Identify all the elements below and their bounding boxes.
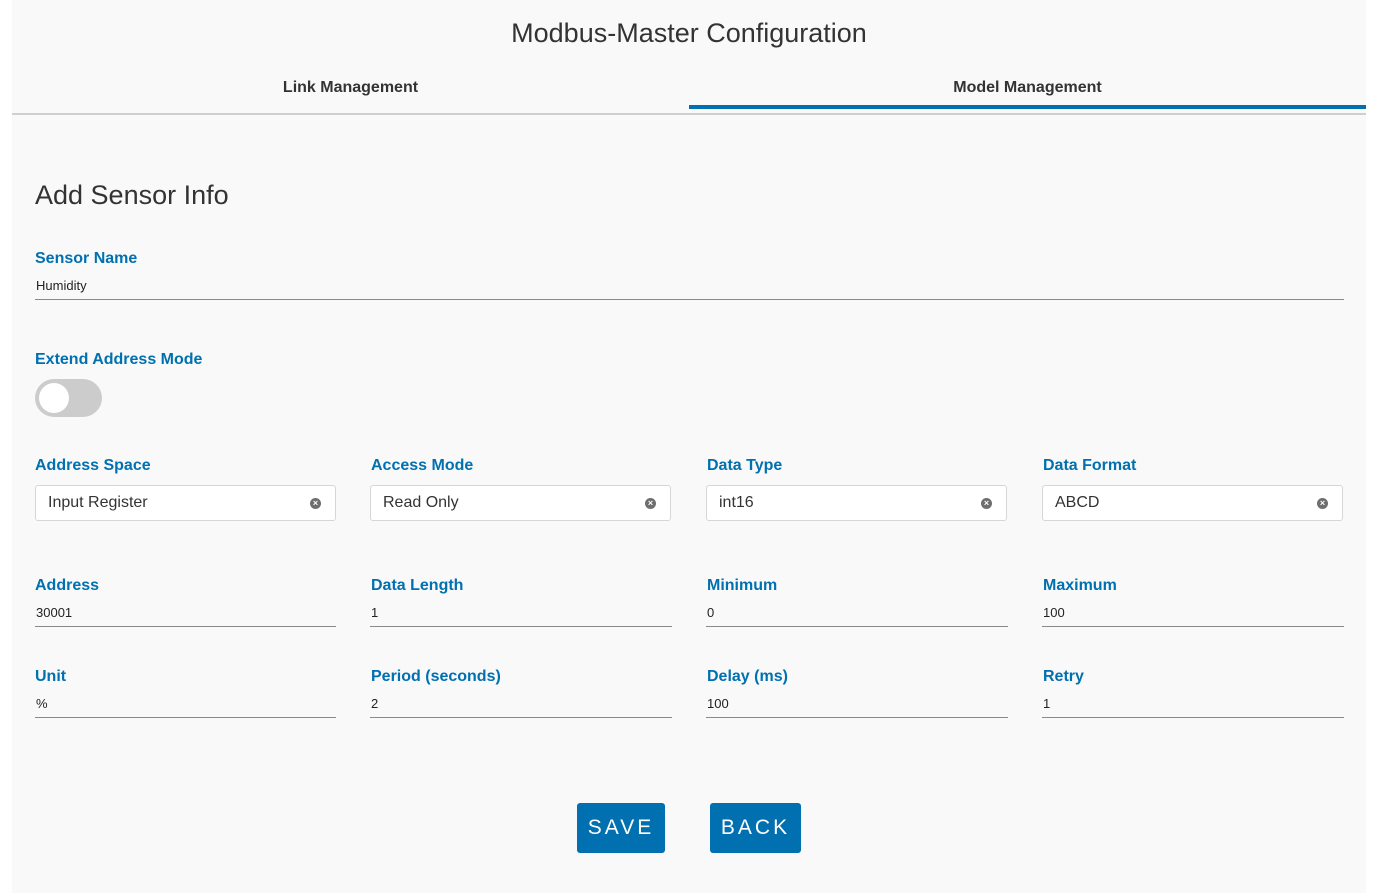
data-format-value: ABCD bbox=[1055, 494, 1100, 511]
maximum-input[interactable] bbox=[1042, 599, 1344, 627]
data-length-label: Data Length bbox=[371, 577, 464, 594]
data-type-select[interactable]: int16 × bbox=[706, 485, 1007, 521]
data-length-input[interactable] bbox=[370, 599, 672, 627]
delay-label: Delay (ms) bbox=[707, 668, 788, 685]
address-label: Address bbox=[35, 577, 100, 594]
retry-label: Retry bbox=[1043, 668, 1084, 685]
toggle-knob bbox=[39, 383, 69, 413]
main-panel: Modbus-Master Configuration Link Managem… bbox=[12, 0, 1366, 893]
tab-link-management[interactable]: Link Management bbox=[12, 70, 689, 113]
address-space-select[interactable]: Input Register × bbox=[35, 485, 336, 521]
data-format-select[interactable]: ABCD × bbox=[1042, 485, 1343, 521]
access-mode-value: Read Only bbox=[383, 494, 459, 511]
maximum-label: Maximum bbox=[1043, 577, 1117, 594]
extend-address-mode-toggle[interactable] bbox=[35, 379, 102, 417]
address-input[interactable] bbox=[35, 599, 336, 627]
period-label: Period (seconds) bbox=[371, 668, 501, 685]
clear-circle-icon[interactable]: × bbox=[645, 498, 656, 509]
minimum-input[interactable] bbox=[706, 599, 1008, 627]
retry-input[interactable] bbox=[1042, 690, 1344, 718]
app-title: Modbus-Master Configuration bbox=[511, 18, 867, 48]
data-type-label: Data Type bbox=[707, 457, 783, 474]
tab-bar: Link Management Model Management bbox=[12, 70, 1366, 115]
access-mode-select[interactable]: Read Only × bbox=[370, 485, 671, 521]
extend-address-mode-label: Extend Address Mode bbox=[35, 351, 203, 368]
delay-input[interactable] bbox=[706, 690, 1008, 718]
save-button[interactable]: SAVE bbox=[577, 803, 665, 853]
section-title: Add Sensor Info bbox=[35, 180, 229, 210]
data-format-label: Data Format bbox=[1043, 457, 1137, 474]
back-button[interactable]: BACK bbox=[710, 803, 801, 853]
tab-model-management[interactable]: Model Management bbox=[689, 70, 1366, 113]
access-mode-label: Access Mode bbox=[371, 457, 474, 474]
sensor-name-label: Sensor Name bbox=[35, 250, 138, 267]
period-input[interactable] bbox=[370, 690, 672, 718]
clear-circle-icon[interactable]: × bbox=[981, 498, 992, 509]
clear-circle-icon[interactable]: × bbox=[1317, 498, 1328, 509]
address-space-label: Address Space bbox=[35, 457, 151, 474]
clear-circle-icon[interactable]: × bbox=[310, 498, 321, 509]
data-type-value: int16 bbox=[719, 494, 754, 511]
address-space-value: Input Register bbox=[48, 494, 148, 511]
unit-label: Unit bbox=[35, 668, 67, 685]
sensor-name-input[interactable] bbox=[35, 272, 1344, 300]
unit-input[interactable] bbox=[35, 690, 336, 718]
minimum-label: Minimum bbox=[707, 577, 778, 594]
